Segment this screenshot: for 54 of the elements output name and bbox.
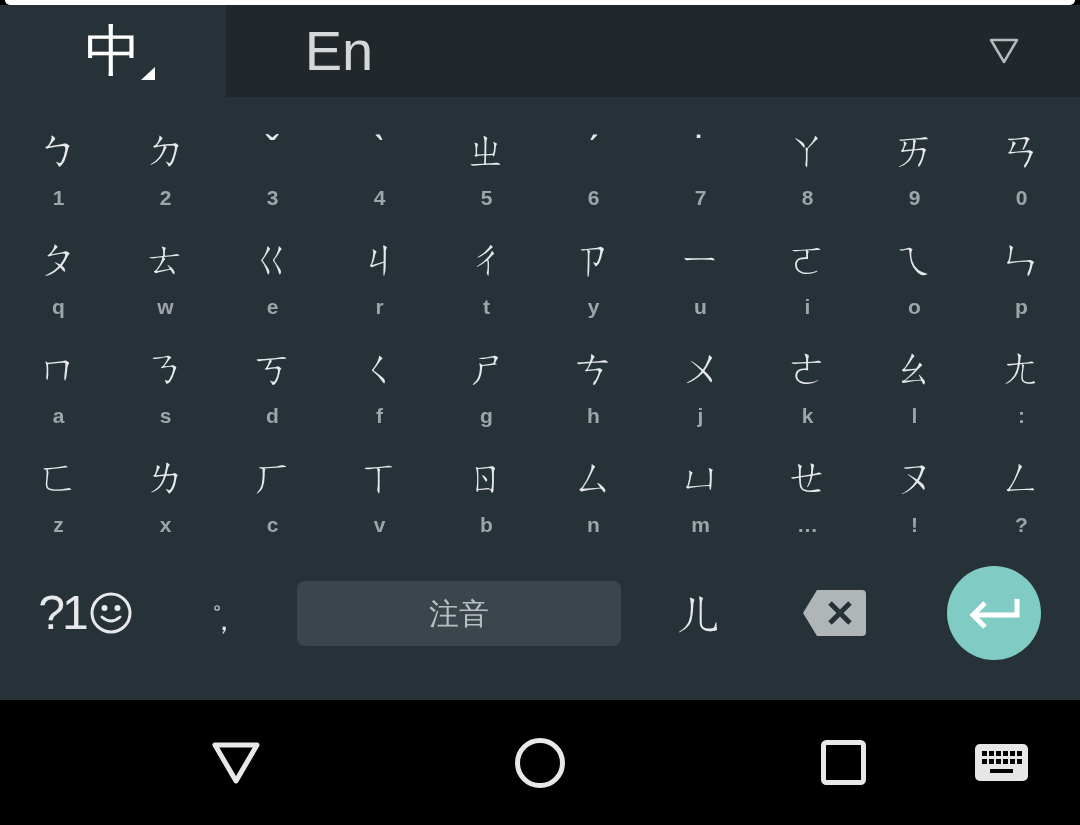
keyboard-key[interactable]: ㄨ j [676, 344, 725, 428]
keyboard-key[interactable]: ㄌ x [141, 453, 190, 537]
keyboard-key[interactable]: ㄔ t [462, 235, 511, 319]
keyboard-key[interactable]: ㄎ d [248, 344, 297, 428]
keyboard-key[interactable]: ˇ 3 [261, 126, 284, 210]
back-icon[interactable] [212, 741, 260, 784]
keyboard-key[interactable]: ㄉ 2 [141, 126, 190, 210]
keyboard-key[interactable]: ㄞ 9 [890, 126, 939, 210]
recents-icon[interactable] [821, 740, 866, 785]
space-key[interactable]: 注音 [297, 580, 621, 646]
language-tab[interactable]: 中 [0, 5, 226, 97]
backspace-icon[interactable] [802, 590, 866, 636]
keyboard-key[interactable]: ㄤ : [997, 344, 1046, 428]
symbols-key[interactable]: ?1 [38, 589, 132, 637]
keyboard-key[interactable]: ㄍ e [248, 235, 297, 319]
keyboard-key[interactable]: ㄣ p [997, 235, 1046, 319]
keyboard-key[interactable]: ˙ 7 [689, 126, 712, 210]
keyboard-key[interactable]: ㄐ r [355, 235, 404, 319]
return-arrow-icon [968, 597, 1020, 629]
keyboard-key[interactable]: ㄜ k [783, 344, 832, 428]
keyboard-key[interactable]: ㄏ c [248, 453, 297, 537]
keyboard-key[interactable]: ㄊ w [141, 235, 190, 319]
keyboard-key[interactable]: ㄕ g [462, 344, 511, 428]
keyboard-key[interactable]: ㄒ v [355, 453, 404, 537]
home-icon[interactable] [515, 737, 565, 788]
keyboard-key[interactable]: ㄧ u [676, 235, 725, 319]
keyboard-key[interactable]: ㄝ … [783, 453, 832, 537]
keyboard-key[interactable]: ㄅ 1 [34, 126, 83, 210]
smiley-icon [89, 592, 132, 634]
keyboard-key[interactable]: ㄖ b [462, 453, 511, 537]
keyboard-key[interactable]: ㄟ o [890, 235, 939, 319]
keyboard-key[interactable]: ㄓ 5 [462, 126, 511, 210]
punctuation-key[interactable]: 。 ， [196, 592, 238, 634]
corner-triangle-icon [141, 67, 155, 80]
keyboard-key[interactable]: ㄗ y [569, 235, 618, 319]
keyboard-key[interactable]: ㄦ [673, 589, 727, 637]
keyboard-key[interactable]: ㄘ h [569, 344, 618, 428]
keyboard-key[interactable]: ㄈ z [34, 453, 83, 537]
keyboard-key[interactable]: ˋ 4 [368, 126, 391, 210]
keyboard-key[interactable]: ㄇ a [34, 344, 83, 428]
keyboard-key[interactable]: ㄚ 8 [783, 126, 832, 210]
keyboard-key[interactable]: ㄆ q [34, 235, 83, 319]
dropdown-triangle-icon[interactable] [989, 38, 1019, 64]
keyboard-key[interactable]: ㄢ 0 [997, 126, 1046, 210]
keyboard-key[interactable]: ㄛ i [783, 235, 832, 319]
keyboard-key[interactable]: ㄡ ! [890, 453, 939, 537]
keyboard-key[interactable]: ㄋ s [141, 344, 190, 428]
keyboard-key[interactable]: ㄩ m [676, 453, 725, 537]
keyboard-key[interactable]: ㄙ n [569, 453, 618, 537]
keyboard-key[interactable]: ㄑ f [355, 344, 404, 428]
keyboard-key[interactable]: ˊ 6 [582, 126, 605, 210]
keyboard-icon[interactable] [975, 744, 1028, 781]
keyboard-key[interactable]: ㄠ l [890, 344, 939, 428]
keyboard-key[interactable]: ㄥ ? [997, 453, 1046, 537]
